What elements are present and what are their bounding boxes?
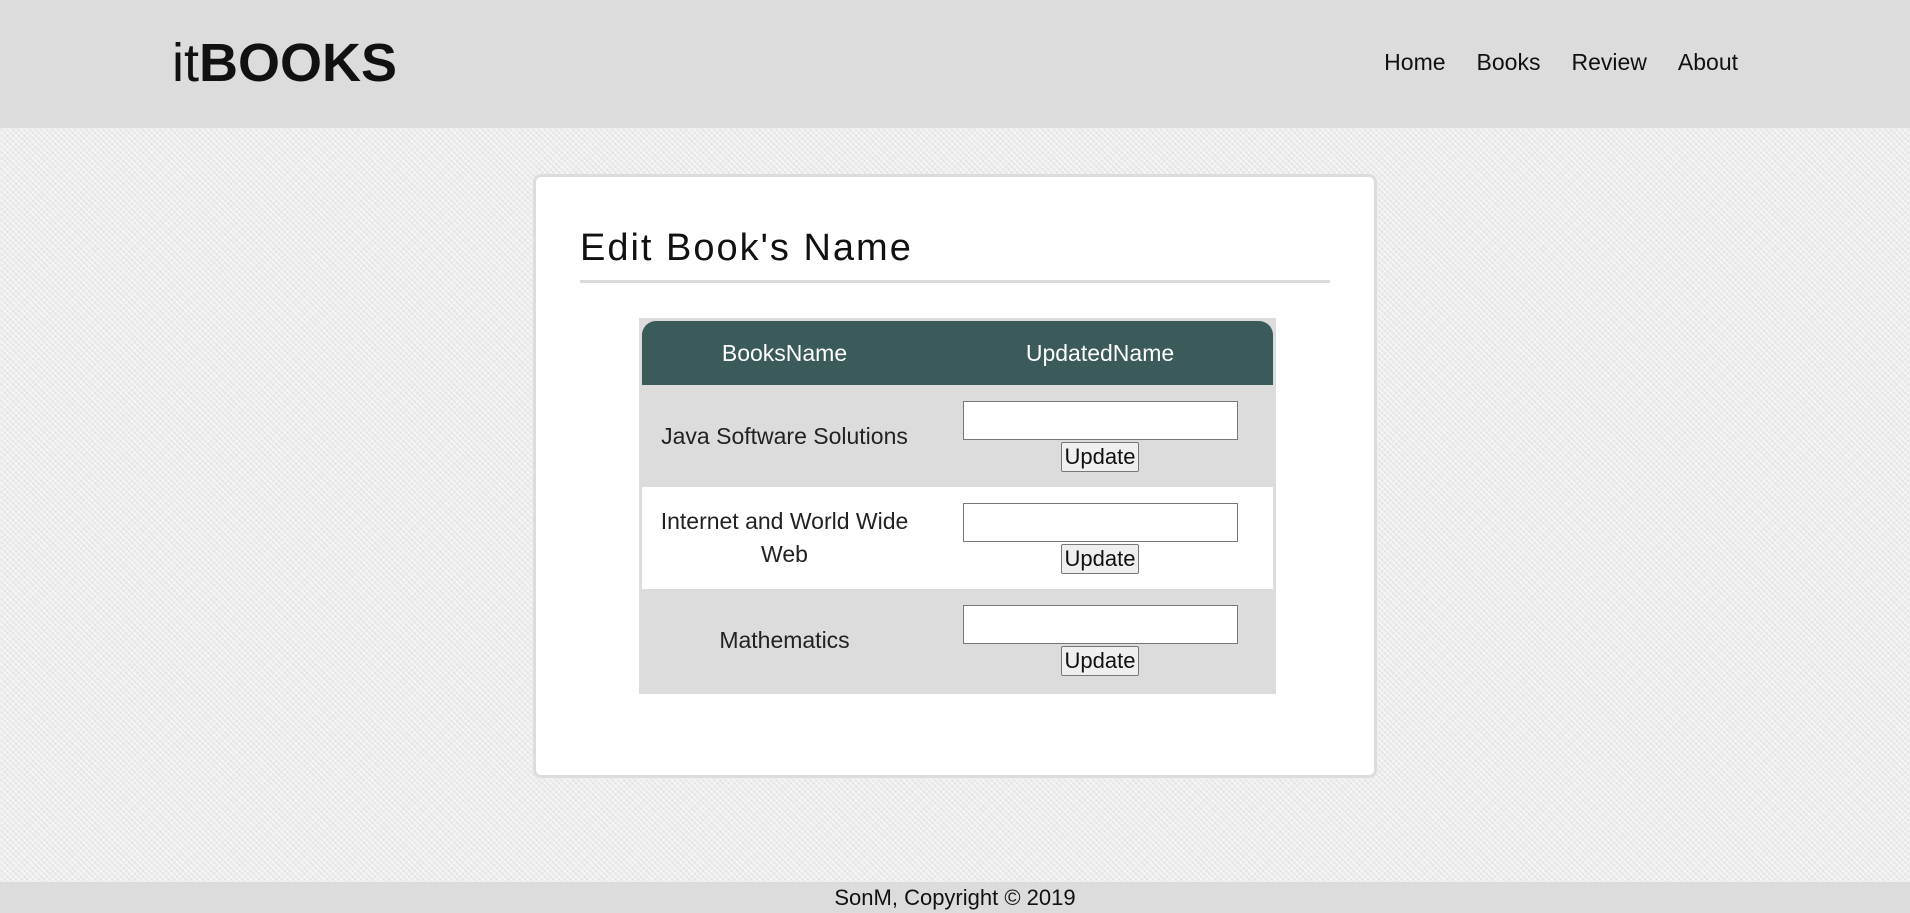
book-name-cell: Internet and World Wide Web bbox=[660, 508, 909, 567]
update-button[interactable]: Update bbox=[1060, 543, 1140, 574]
nav-home-link[interactable]: Home bbox=[1384, 48, 1445, 76]
nav-review-link[interactable]: Review bbox=[1571, 48, 1646, 76]
table-header: BooksName UpdatedName bbox=[642, 321, 1273, 385]
books-table: BooksName UpdatedName Java Software Solu… bbox=[639, 318, 1276, 694]
column-header-booksname: BooksName bbox=[721, 339, 848, 366]
main-nav: Home Books Review About bbox=[1384, 48, 1738, 76]
logo-prefix: it bbox=[172, 33, 199, 93]
site-header: itBOOKS Home Books Review About bbox=[0, 0, 1910, 128]
book-name-cell: Java Software Solutions bbox=[661, 422, 908, 449]
updated-name-input[interactable] bbox=[962, 604, 1238, 644]
logo-main: BOOKS bbox=[199, 33, 398, 93]
site-logo[interactable]: itBOOKS bbox=[172, 31, 397, 95]
site-footer: SonM, Copyright © 2019 bbox=[0, 882, 1910, 913]
nav-books-link[interactable]: Books bbox=[1477, 48, 1541, 76]
update-button[interactable]: Update bbox=[1060, 441, 1140, 472]
update-cell: Update bbox=[927, 385, 1273, 487]
updated-name-input[interactable] bbox=[962, 400, 1238, 440]
table-row: Java Software Solutions Update bbox=[642, 385, 1273, 487]
page-title: Edit Book's Name bbox=[580, 227, 1330, 283]
update-button[interactable]: Update bbox=[1060, 645, 1140, 676]
nav-about-link[interactable]: About bbox=[1678, 48, 1738, 76]
table-row: Internet and World Wide Web Update bbox=[642, 487, 1273, 589]
update-cell: Update bbox=[927, 589, 1273, 691]
updated-name-input[interactable] bbox=[962, 502, 1238, 542]
book-name-cell: Mathematics bbox=[719, 626, 850, 653]
edit-card: Edit Book's Name BooksName UpdatedName J… bbox=[533, 174, 1377, 778]
copyright-text: SonM, Copyright © 2019 bbox=[834, 885, 1076, 910]
table-row: Mathematics Update bbox=[642, 589, 1273, 691]
column-header-updatedname: UpdatedName bbox=[1025, 339, 1175, 366]
update-cell: Update bbox=[927, 487, 1273, 589]
